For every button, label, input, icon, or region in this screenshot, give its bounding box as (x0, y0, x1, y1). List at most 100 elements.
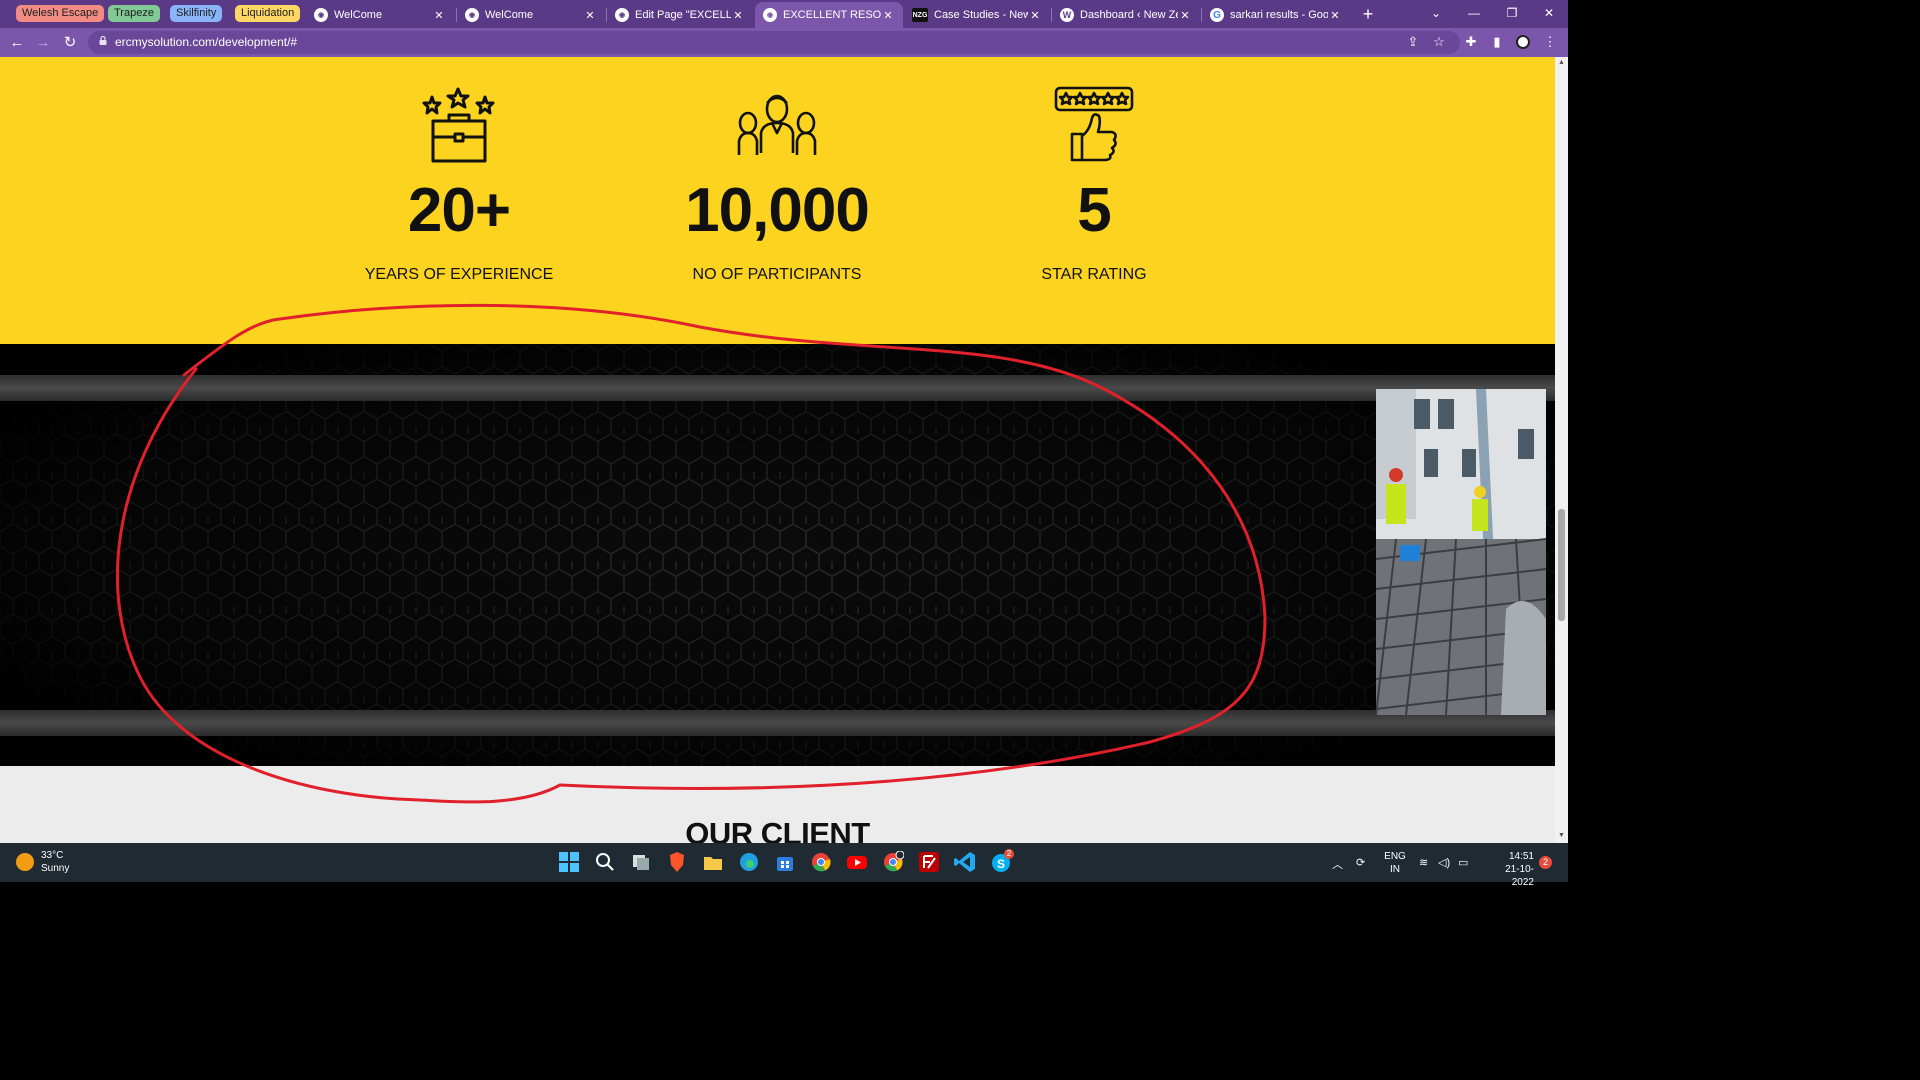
bookmark-star-icon[interactable]: ☆ (1430, 33, 1448, 51)
stat-rating: 5 STAR RATING (934, 57, 1254, 344)
tab-group-liquidation[interactable]: Liquidation (235, 5, 301, 22)
tab-dashboard[interactable]: W Dashboard ‹ New Zeal ✕ (1052, 2, 1200, 28)
tab-search-chevron-icon[interactable]: ⌄ (1421, 4, 1451, 22)
tab-title: WelCome (485, 9, 534, 21)
back-arrow-icon[interactable]: ← (7, 33, 27, 53)
minimize-icon[interactable]: — (1459, 4, 1489, 22)
globe-icon: ◉ (465, 8, 479, 22)
url-text: ercmysolution.com/development/# (115, 35, 298, 49)
volume-icon[interactable]: ◁) (1438, 856, 1450, 869)
profile-avatar-icon[interactable] (1514, 33, 1532, 51)
skype-badge: 2 (1004, 849, 1014, 859)
search-icon[interactable] (594, 851, 616, 873)
brave-icon[interactable] (666, 851, 688, 873)
tab-title: Edit Page "EXCELLENT (635, 9, 731, 21)
clock-date: 21-10-2022 (1505, 864, 1534, 888)
address-bar[interactable]: ercmysolution.com/development/# ⇪ ☆ (88, 31, 1460, 54)
vscode-icon[interactable] (954, 851, 976, 873)
stat-value: 10,000 (685, 176, 870, 245)
people-group-icon (737, 94, 817, 155)
store-icon[interactable] (774, 851, 796, 873)
page-scrollbar[interactable]: ▲ ▼ (1555, 57, 1568, 843)
system-clock[interactable]: 14:51 21-10-2022 (1484, 850, 1534, 889)
tab-title: WelCome (334, 9, 383, 21)
close-icon[interactable]: ✕ (1178, 9, 1192, 22)
browser-toolbar: ← → ↻ ercmysolution.com/development/# ⇪ … (0, 28, 1568, 57)
tab-group-skilfinity[interactable]: Skilfinity (170, 5, 223, 22)
svg-text:S: S (997, 857, 1005, 871)
edge-icon[interactable] (738, 851, 760, 873)
windows-taskbar: 33°C Sunny S 2 ︿ ⟳ ENG IN ≋ ◁) ▭ 14:51 2… (0, 843, 1568, 888)
task-view-icon[interactable] (630, 851, 652, 873)
menu-kebab-icon[interactable]: ⋮ (1541, 33, 1559, 51)
tab-group-welesh-escape[interactable]: Welesh Escape (16, 5, 105, 22)
google-icon: G (1210, 8, 1224, 22)
windows-start-icon[interactable] (558, 851, 580, 873)
filezilla-icon[interactable] (918, 851, 940, 873)
clients-heading: OUR CLIENT (685, 816, 870, 843)
tab-title: EXCELLENT RESOURCE (783, 9, 881, 21)
tray-overflow-chevron-icon[interactable]: ︿ (1332, 856, 1343, 872)
tab-welcome-1[interactable]: ◉ WelCome ✕ (306, 2, 454, 28)
weather-temp[interactable]: 33°C (41, 850, 63, 861)
forward-arrow-icon[interactable]: → (33, 33, 53, 53)
restore-icon[interactable]: ❐ (1497, 4, 1527, 22)
hexagon-banner (0, 344, 1555, 766)
thumbs-up-rating-icon (1054, 86, 1134, 162)
close-icon[interactable]: ✕ (583, 9, 597, 22)
stat-experience: 20+ YEARS OF EXPERIENCE (299, 57, 619, 344)
tab-sarkari-results[interactable]: G sarkari results - Goog ✕ (1202, 2, 1350, 28)
window-close-icon[interactable]: ✕ (1534, 4, 1564, 22)
globe-icon: ◉ (763, 8, 777, 22)
skype-icon[interactable]: S 2 (990, 849, 1014, 873)
extensions-puzzle-icon[interactable]: ✚ (1462, 33, 1480, 51)
lang-top: ENG (1384, 851, 1406, 862)
reload-icon[interactable]: ↻ (60, 33, 80, 53)
close-icon[interactable]: ✕ (432, 9, 446, 22)
weather-sun-icon[interactable] (16, 853, 34, 871)
tab-title: Case Studies - New Ze (934, 9, 1028, 21)
tab-edit-page[interactable]: ◉ Edit Page "EXCELLENT ✕ (607, 2, 753, 28)
new-tab-plus-icon[interactable]: + (1358, 4, 1378, 24)
banner-bottom-strip (0, 710, 1555, 736)
tab-case-studies[interactable]: NZG Case Studies - New Ze ✕ (904, 2, 1050, 28)
scroll-thumb[interactable] (1558, 509, 1565, 621)
youtube-icon[interactable] (846, 851, 868, 873)
tab-welcome-2[interactable]: ◉ WelCome ✕ (457, 2, 605, 28)
stat-label: STAR RATING (1041, 266, 1147, 283)
nzg-icon: NZG (912, 8, 928, 22)
tab-group-trapeze[interactable]: Trapeze (108, 5, 160, 22)
language-indicator[interactable]: ENG IN (1384, 850, 1406, 876)
close-icon[interactable]: ✕ (1328, 9, 1342, 22)
wifi-icon[interactable]: ≋ (1419, 856, 1428, 869)
clients-section: OUR CLIENT (0, 766, 1555, 843)
notification-badge[interactable]: 2 (1539, 856, 1552, 869)
lock-icon (99, 36, 107, 45)
browser-tab-strip: Welesh Escape Trapeze Skilfinity Liquida… (0, 0, 1568, 28)
chrome-icon[interactable] (810, 851, 832, 873)
close-icon[interactable]: ✕ (731, 9, 745, 22)
stat-value: 5 (1077, 176, 1111, 245)
chrome-profile-icon[interactable] (882, 850, 905, 873)
file-explorer-icon[interactable] (702, 851, 724, 873)
construction-photo (1376, 389, 1546, 715)
close-icon[interactable]: ✕ (881, 9, 895, 22)
tab-excellent-resource[interactable]: ◉ EXCELLENT RESOURCE ✕ (755, 2, 903, 28)
network-sync-icon[interactable]: ⟳ (1356, 856, 1365, 869)
scroll-down-icon[interactable]: ▼ (1558, 832, 1565, 839)
stat-participants: 10,000 NO OF PARTICIPANTS (617, 57, 937, 344)
stat-label: NO OF PARTICIPANTS (692, 266, 862, 283)
banner-top-strip (0, 375, 1555, 401)
page-viewport: 20+ YEARS OF EXPERIENCE 10,000 NO OF PAR… (0, 57, 1555, 843)
globe-icon: ◉ (314, 8, 328, 22)
globe-icon: ◉ (615, 8, 629, 22)
weather-condition[interactable]: Sunny (41, 863, 69, 874)
share-icon[interactable]: ⇪ (1404, 33, 1422, 51)
lang-bottom: IN (1390, 864, 1400, 875)
close-icon[interactable]: ✕ (1028, 9, 1042, 22)
battery-icon[interactable]: ▭ (1458, 856, 1468, 869)
side-panel-icon[interactable]: ▮ (1488, 33, 1506, 51)
scroll-up-icon[interactable]: ▲ (1558, 59, 1565, 66)
tab-title: Dashboard ‹ New Zeal (1080, 9, 1178, 21)
stat-label: YEARS OF EXPERIENCE (364, 266, 554, 283)
